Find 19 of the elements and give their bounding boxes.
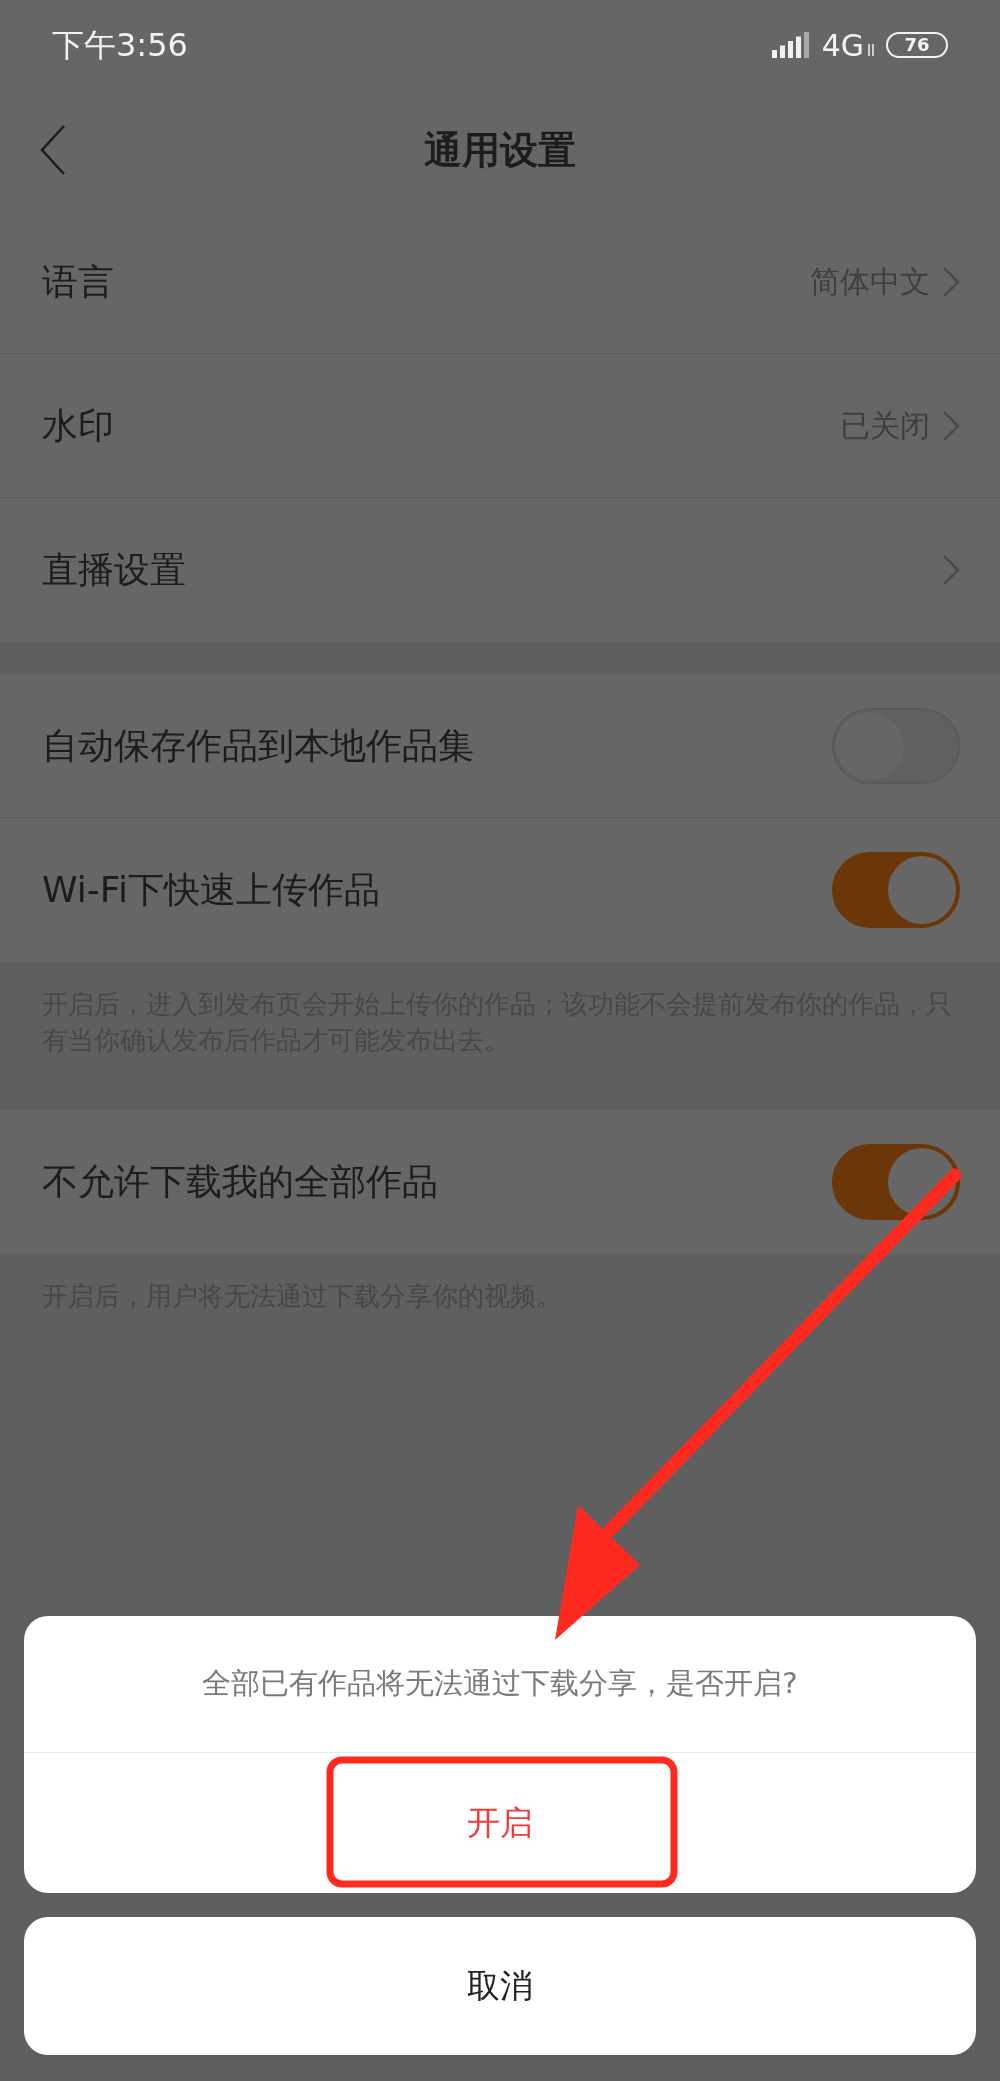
- setting-label: Wi-Fi下快速上传作品: [42, 868, 380, 912]
- enable-button[interactable]: 开启: [24, 1753, 976, 1893]
- status-time: 下午3:56: [52, 25, 188, 66]
- network-label: 4G: [821, 26, 864, 65]
- setting-label: 语言: [42, 259, 114, 304]
- setting-label: 水印: [42, 403, 114, 448]
- signal-icon: [771, 32, 810, 58]
- setting-label: 不允许下载我的全部作品: [42, 1160, 438, 1204]
- setting-label: 自动保存作品到本地作品集: [42, 723, 474, 768]
- cancel-button[interactable]: 取消: [24, 1917, 976, 2055]
- chevron-right-icon[interactable]: [942, 265, 960, 298]
- chevron-right-icon[interactable]: [942, 409, 960, 442]
- back-icon[interactable]: [40, 124, 66, 176]
- data-arrows-icon: [866, 43, 876, 57]
- sheet-message: 全部已有作品将无法通过下载分享，是否开启?: [202, 1665, 798, 1703]
- page-title: 通用设置: [424, 126, 576, 174]
- battery-level: 76: [904, 36, 930, 54]
- chevron-right-icon[interactable]: [942, 554, 960, 586]
- setting-label: 直播设置: [42, 548, 186, 592]
